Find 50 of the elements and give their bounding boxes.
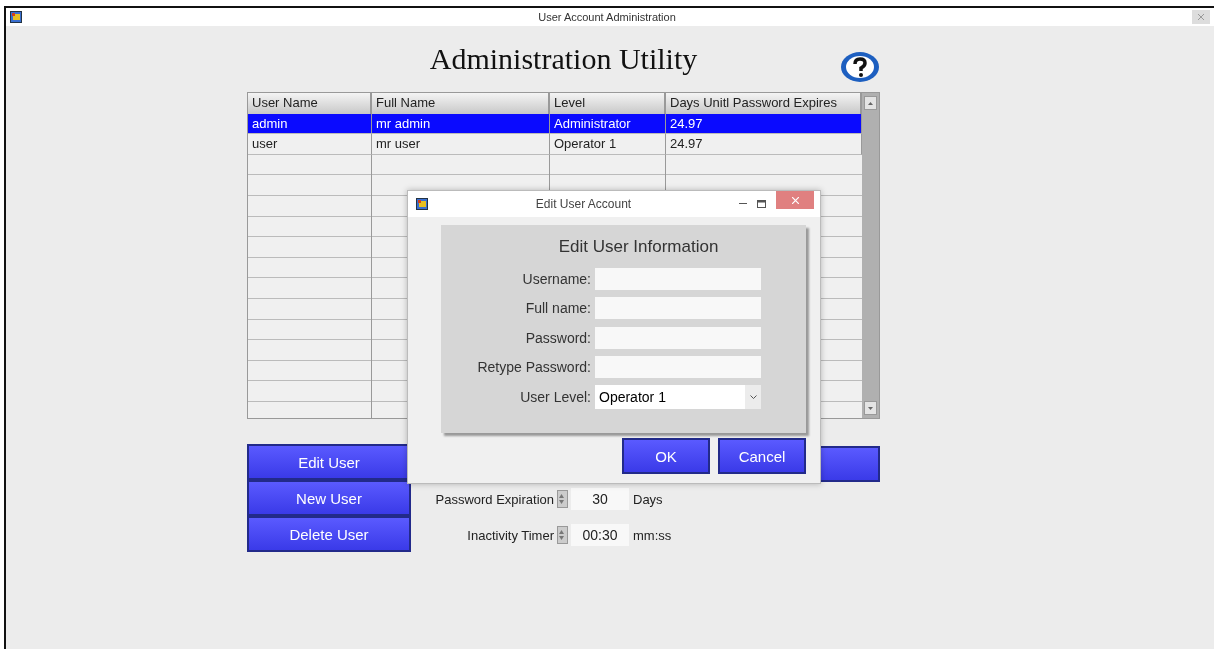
page-title: Administration Utility xyxy=(429,42,698,76)
input-field[interactable] xyxy=(595,326,761,349)
action-button[interactable]: Delete User xyxy=(247,516,411,552)
table-cell[interactable]: Administrator xyxy=(550,113,666,135)
chevron-down-icon xyxy=(749,394,757,399)
table-cell[interactable]: admin xyxy=(248,113,372,135)
number-field[interactable]: 00:30 xyxy=(571,524,629,546)
setting-label: Password Expiration xyxy=(435,491,554,507)
dropdown[interactable]: Operator 1 xyxy=(595,384,761,409)
close-icon xyxy=(791,196,799,204)
scrollbar[interactable] xyxy=(862,93,879,418)
input-field[interactable] xyxy=(595,267,761,290)
unit-label: mm:ss xyxy=(633,527,673,543)
column-header[interactable]: Level xyxy=(550,93,666,114)
column-header[interactable]: Days Unitl Password Expires xyxy=(666,93,862,114)
action-button[interactable]: New User xyxy=(247,480,411,516)
app-icon xyxy=(416,198,428,210)
spinner-arrows-icon xyxy=(558,529,565,541)
field-label: Username: xyxy=(521,270,591,287)
maximize-icon[interactable] xyxy=(757,200,766,208)
field-label: Full name: xyxy=(524,300,591,317)
minimize-icon[interactable] xyxy=(739,203,747,205)
column-header[interactable]: Full Name xyxy=(372,93,550,114)
up-arrow-icon xyxy=(868,101,873,105)
form-heading: Edit User Information xyxy=(557,237,720,257)
spinner-arrows-icon xyxy=(558,493,565,505)
field-label: Retype Password: xyxy=(476,359,591,376)
window-title: User Account Administration xyxy=(537,11,677,23)
spinner[interactable] xyxy=(557,526,568,544)
table-cell[interactable]: mr admin xyxy=(372,113,550,135)
number-field[interactable]: 30 xyxy=(571,488,629,510)
help-icon[interactable] xyxy=(840,51,880,83)
input-field[interactable] xyxy=(595,356,761,379)
column-header[interactable]: User Name xyxy=(248,93,372,114)
unit-label: Days xyxy=(633,491,664,507)
table-cell[interactable]: 24.97 xyxy=(666,113,862,135)
dialog-button[interactable]: OK xyxy=(622,438,710,474)
dialog-title: Edit User Account xyxy=(534,197,633,211)
dialog-button[interactable]: Cancel xyxy=(718,438,806,474)
button[interactable] xyxy=(821,446,880,482)
setting-label: Inactivity Timer xyxy=(467,527,554,543)
spinner[interactable] xyxy=(557,490,568,508)
field-label: User Level: xyxy=(519,388,591,405)
input-field[interactable] xyxy=(595,297,761,320)
field-label: Password: xyxy=(524,329,591,346)
app-icon xyxy=(10,11,22,23)
close-button[interactable] xyxy=(1192,10,1210,24)
close-button[interactable] xyxy=(776,191,814,209)
down-arrow-icon xyxy=(868,406,873,410)
close-icon xyxy=(1198,14,1204,20)
